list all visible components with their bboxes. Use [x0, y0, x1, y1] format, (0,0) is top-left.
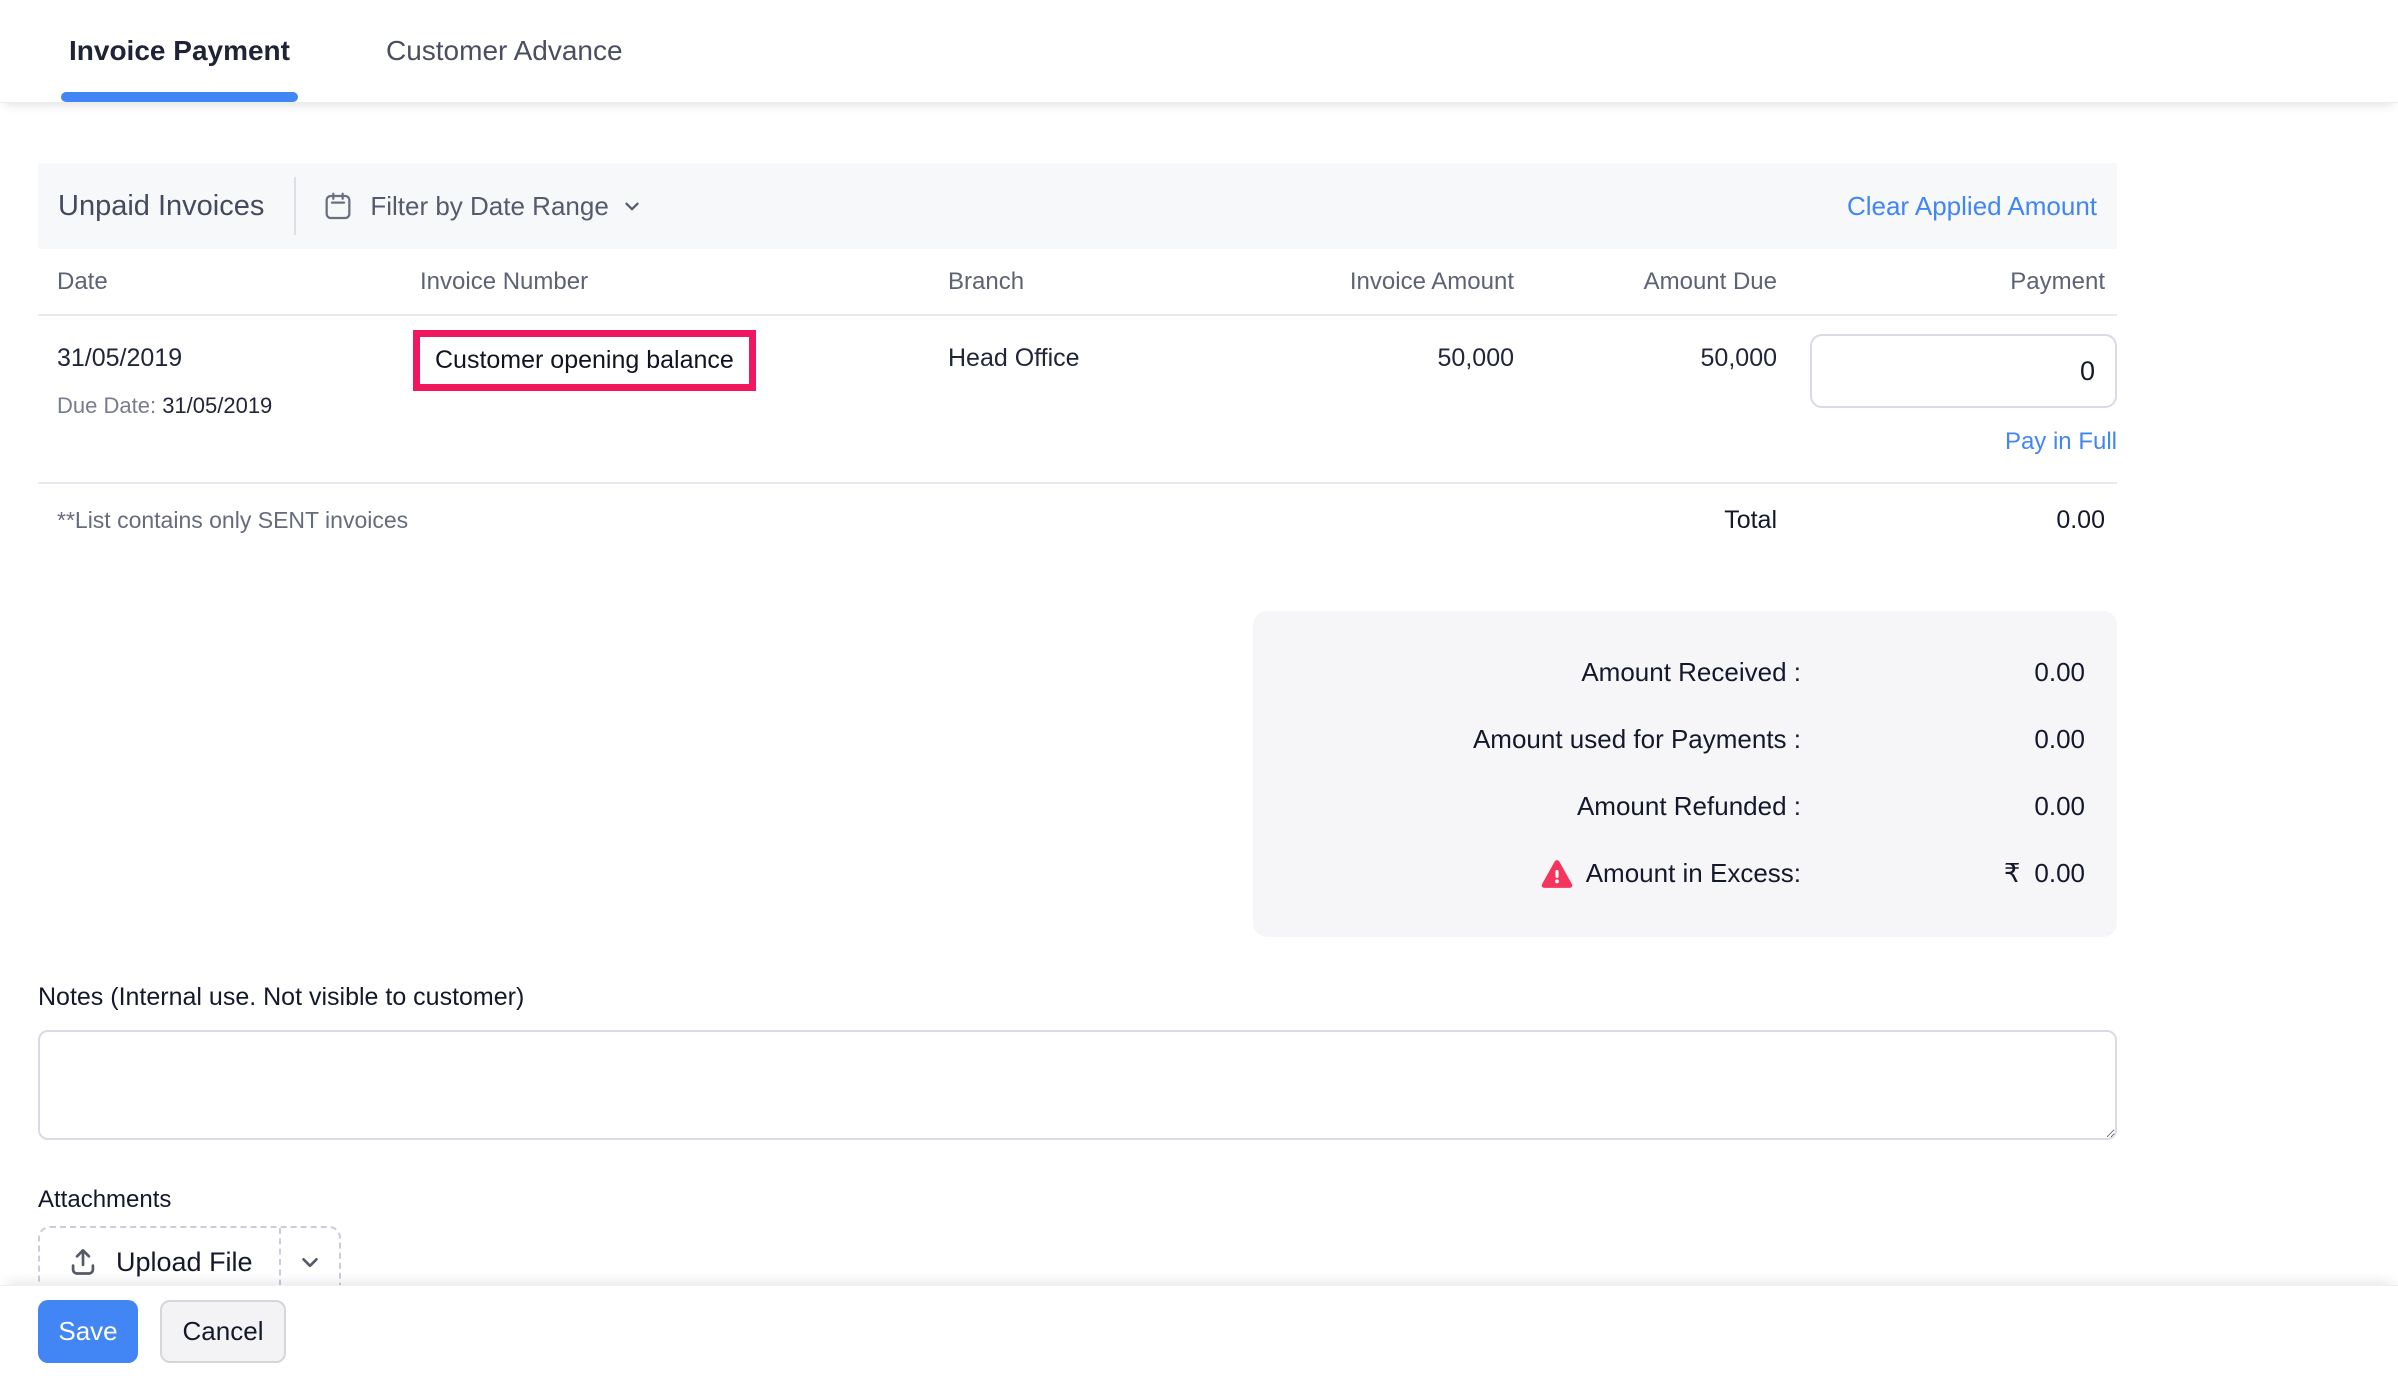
summary-row-amount-received: Amount Received : 0.00	[1253, 639, 2085, 706]
summary-label: Amount Refunded :	[1577, 791, 1801, 822]
main-content: Unpaid Invoices Filter by Date Range	[38, 163, 2117, 1341]
summary-row-amount-refunded: Amount Refunded : 0.00	[1253, 773, 2085, 840]
column-header-payment: Payment	[1777, 268, 2117, 296]
column-header-date: Date	[38, 268, 418, 296]
invoice-date-cell: 31/05/2019 Due Date: 31/05/2019	[38, 330, 418, 419]
amount-due-cell: 50,000	[1514, 330, 1777, 373]
payment-cell: Pay in Full	[1777, 330, 2117, 456]
column-header-invoice-number: Invoice Number	[418, 268, 948, 296]
footer-action-bar: Save Cancel	[0, 1285, 2398, 1376]
warning-triangle-icon	[1540, 857, 1574, 891]
cancel-button[interactable]: Cancel	[160, 1300, 286, 1363]
due-date-value: 31/05/2019	[162, 393, 272, 418]
attachments-label: Attachments	[38, 1186, 2117, 1214]
column-header-invoice-amount: Invoice Amount	[1238, 268, 1514, 296]
table-footer-row: **List contains only SENT invoices Total…	[38, 484, 2117, 555]
save-button[interactable]: Save	[38, 1300, 138, 1363]
rupee-symbol: ₹	[2004, 858, 2021, 888]
clear-applied-amount-link[interactable]: Clear Applied Amount	[1847, 191, 2097, 222]
total-value: 0.00	[1777, 506, 2117, 535]
summary-value: ₹0.00	[1801, 858, 2085, 889]
table-header-row: Date Invoice Number Branch Invoice Amoun…	[38, 249, 2117, 316]
summary-label: Amount in Excess:	[1540, 857, 1801, 891]
amount-summary-box: Amount Received : 0.00 Amount used for P…	[1253, 611, 2117, 937]
invoice-number-cell: Customer opening balance	[418, 330, 948, 391]
filter-by-date-range-dropdown[interactable]: Filter by Date Range	[322, 190, 642, 222]
summary-value: 0.00	[1801, 791, 2085, 822]
summary-row-amount-used: Amount used for Payments : 0.00	[1253, 706, 2085, 773]
due-date-line: Due Date: 31/05/2019	[57, 393, 418, 419]
summary-row-amount-in-excess: Amount in Excess: ₹0.00	[1253, 840, 2085, 907]
summary-value: 0.00	[1801, 724, 2085, 755]
due-date-label: Due Date:	[57, 393, 156, 418]
notes-textarea[interactable]	[38, 1030, 2117, 1140]
summary-label: Amount used for Payments :	[1473, 724, 1801, 755]
sent-invoices-footnote: **List contains only SENT invoices	[38, 507, 1514, 534]
panel-title: Unpaid Invoices	[58, 190, 264, 223]
invoice-number-highlighted[interactable]: Customer opening balance	[413, 330, 756, 391]
tab-invoice-payment[interactable]: Invoice Payment	[63, 0, 296, 102]
summary-label-text: Amount in Excess:	[1586, 858, 1801, 889]
invoice-date: 31/05/2019	[57, 344, 418, 373]
summary-value: 0.00	[1801, 657, 2085, 688]
notes-label: Notes (Internal use. Not visible to cust…	[38, 983, 2117, 1012]
calendar-icon	[322, 190, 354, 222]
pay-in-full-link[interactable]: Pay in Full	[2005, 428, 2117, 456]
column-header-amount-due: Amount Due	[1514, 268, 1777, 296]
total-label: Total	[1514, 506, 1777, 535]
upload-file-label: Upload File	[116, 1247, 253, 1278]
chevron-down-icon	[621, 195, 643, 217]
column-header-branch: Branch	[948, 268, 1238, 296]
branch-cell: Head Office	[948, 330, 1238, 373]
upload-icon	[66, 1245, 100, 1279]
unpaid-invoices-panel: Unpaid Invoices Filter by Date Range	[38, 163, 2117, 555]
tab-bar: Invoice Payment Customer Advance	[0, 0, 2398, 103]
summary-label: Amount Received :	[1581, 657, 1801, 688]
filter-label: Filter by Date Range	[370, 191, 608, 222]
excess-amount: 0.00	[2034, 858, 2085, 888]
tab-customer-advance[interactable]: Customer Advance	[380, 0, 629, 102]
divider	[294, 177, 296, 235]
invoice-amount-cell: 50,000	[1238, 330, 1514, 373]
panel-header: Unpaid Invoices Filter by Date Range	[38, 163, 2117, 249]
table-row: 31/05/2019 Due Date: 31/05/2019 Customer…	[38, 316, 2117, 484]
payment-input[interactable]	[1810, 334, 2117, 408]
